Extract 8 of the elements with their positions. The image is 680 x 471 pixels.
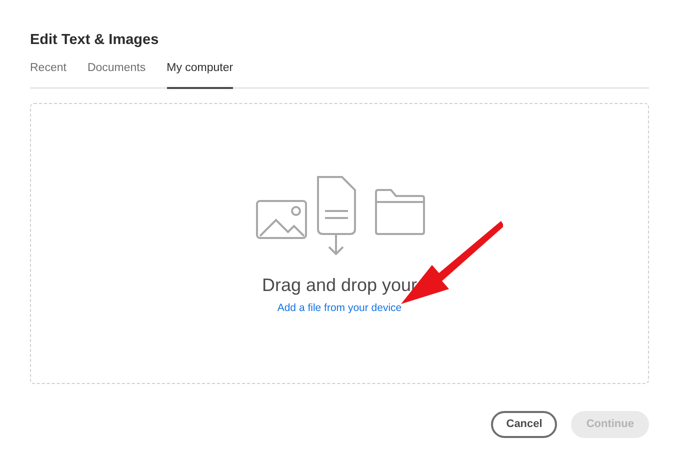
add-file-link[interactable]: Add a file from your device — [277, 300, 402, 316]
tab[interactable]: My computer — [166, 60, 234, 89]
dropzone[interactable]: Drag and drop your Add a file from your device — [30, 102, 649, 384]
drop-heading: Drag and drop your — [262, 274, 418, 297]
cancel-button[interactable]: Cancel — [491, 410, 558, 438]
tab[interactable]: Recent — [30, 60, 66, 89]
dialog-title: Edit Text & Images — [30, 32, 160, 50]
tab[interactable]: Documents — [87, 60, 146, 89]
